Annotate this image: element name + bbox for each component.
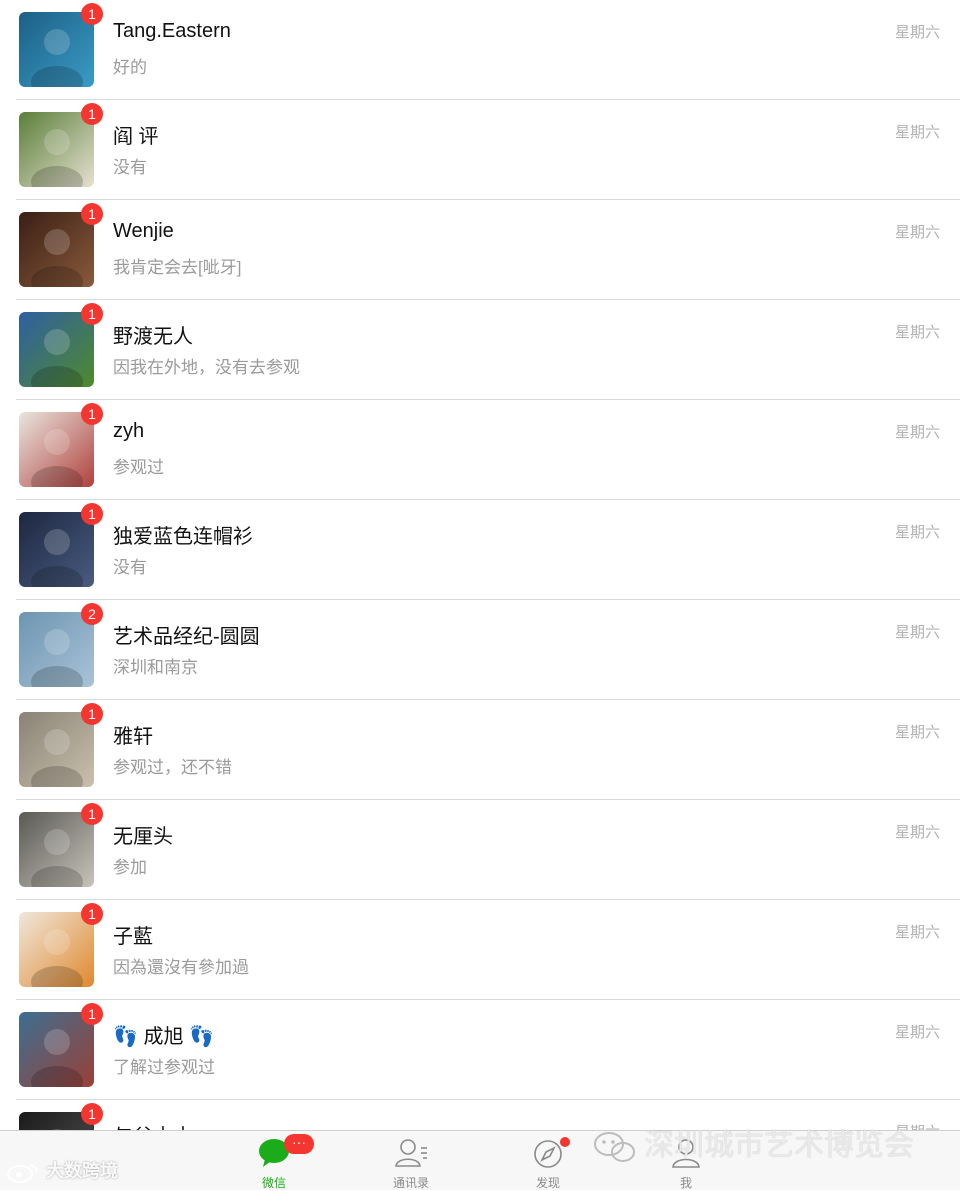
unread-badge: 1	[81, 1003, 103, 1025]
chat-preview: 参观过	[113, 458, 164, 477]
chat-time: 星期六	[894, 624, 940, 641]
chat-preview: 参观过，还不错	[113, 758, 232, 777]
chat-name: zyh	[113, 420, 145, 442]
chat-name: 艺术品经纪-圆圆	[113, 626, 260, 648]
mascot-avatar	[19, 112, 94, 187]
chat-time: 星期六	[894, 24, 940, 41]
sea-avatar	[19, 612, 94, 687]
tab-label: 通讯录	[392, 1176, 429, 1190]
chat-row[interactable]: 2 艺术品经纪-圆圆 深圳和南京 星期六	[0, 600, 960, 700]
portrait-avatar	[19, 212, 94, 287]
tab-label: 微信	[261, 1176, 286, 1190]
mushroom-avatar	[19, 312, 94, 387]
tab-chats[interactable]: ··· 微信	[224, 1131, 324, 1191]
chat-row[interactable]: 1 雅轩参观过，还不错 星期六	[0, 700, 960, 800]
chat-name: 与谷木木	[113, 1120, 193, 1130]
chat-preview: 好的	[113, 58, 147, 77]
chat-time: 星期六	[894, 424, 940, 441]
chat-time: 星期六	[894, 1024, 940, 1041]
chat-name: 阎 评	[113, 126, 159, 148]
chat-preview: 了解过参观过	[113, 1058, 215, 1077]
unread-badge: 1	[81, 3, 103, 25]
chat-row[interactable]: 1 独爱蓝色连帽衫 没有 星期六	[0, 500, 960, 600]
chat-time: 星期六	[894, 924, 940, 941]
calligraphy-avatar	[19, 712, 94, 787]
chat-name: 👣 成旭 👣	[113, 1026, 214, 1048]
wechat-logo-icon	[594, 1132, 635, 1163]
chat-time: 星期六	[894, 324, 940, 341]
unread-badge: 1	[81, 103, 103, 125]
chat-name: Wenjie	[113, 220, 174, 242]
hoodie-avatar	[19, 512, 94, 587]
chat-row[interactable]: 1 子藍因為還沒有參加過 星期六	[0, 900, 960, 1000]
unread-badge: 1	[81, 503, 103, 525]
tab-badge: ···	[284, 1134, 314, 1154]
unread-badge: 1	[81, 903, 103, 925]
unread-badge: 1	[81, 203, 103, 225]
chat-name: 子藍	[113, 926, 153, 948]
chat-row[interactable]: 1 👣 成旭 👣 了解过参观过 星期六	[0, 1000, 960, 1100]
chat-row[interactable]: 1 无厘头参加 星期六	[0, 800, 960, 900]
tab-contacts[interactable]: 通讯录	[361, 1131, 461, 1191]
unread-badge: 1	[81, 803, 103, 825]
tab-label: 发现	[535, 1176, 560, 1190]
tent-avatar	[19, 812, 94, 887]
chat-list: 1 Tang.Eastern 好的 星期六 1 阎 评没有 星期六 1 Wenjie 我肯定会去[…	[0, 0, 960, 1130]
notification-dot	[560, 1137, 570, 1147]
chat-preview: 深圳和南京	[113, 658, 198, 677]
watermark-right-text: 深圳城市艺术博览会	[644, 1129, 914, 1162]
watermark-right: 深圳城市艺术博览会	[592, 1120, 914, 1165]
chat-row[interactable]: 1 Wenjie 我肯定会去[呲牙] 星期六	[0, 200, 960, 300]
chat-row[interactable]: 1 Tang.Eastern 好的 星期六	[0, 0, 960, 100]
unread-badge: 1	[81, 403, 103, 425]
chat-name: Tang.Eastern	[113, 20, 231, 42]
chat-row[interactable]: 1 zyh 参观过 星期六	[0, 400, 960, 500]
watermark-left-text: 大数跨境	[46, 1161, 118, 1181]
chat-preview: 没有	[113, 158, 147, 177]
unread-badge: 1	[81, 1103, 103, 1125]
chat-row[interactable]: 1 野渡无人因我在外地，没有去参观 星期六	[0, 300, 960, 400]
chat-time: 星期六	[894, 224, 940, 241]
tab-label: 我	[679, 1176, 692, 1190]
contacts-icon	[395, 1139, 427, 1167]
chat-name: 无厘头	[113, 826, 173, 848]
chat-preview: 因我在外地，没有去参观	[113, 358, 300, 377]
chat-time: 星期六	[894, 124, 940, 141]
unread-badge: 2	[81, 603, 103, 625]
unread-badge: 1	[81, 703, 103, 725]
watermark-left: 大数跨境	[6, 1157, 118, 1184]
drink-avatar	[19, 912, 94, 987]
unread-badge: 1	[81, 303, 103, 325]
chat-time: 星期六	[894, 824, 940, 841]
weibo-logo-icon	[7, 1164, 38, 1184]
chat-time: 星期六	[894, 524, 940, 541]
chat-preview: 因為還沒有參加過	[113, 958, 249, 977]
diver-avatar	[19, 12, 94, 87]
chat-row[interactable]: 1 阎 评没有 星期六	[0, 100, 960, 200]
chat-name: 野渡无人	[113, 326, 193, 348]
chat-preview: 我肯定会去[呲牙]	[113, 258, 242, 277]
chat-time: 星期六	[894, 724, 940, 741]
tab-discover[interactable]: 发现	[498, 1131, 598, 1191]
boy-avatar	[19, 1012, 94, 1087]
chat-preview: 参加	[113, 858, 147, 877]
note-avatar	[19, 412, 94, 487]
chat-name: 雅轩	[113, 726, 153, 748]
chat-preview: 没有	[113, 558, 147, 577]
chat-name: 独爱蓝色连帽衫	[113, 526, 253, 548]
